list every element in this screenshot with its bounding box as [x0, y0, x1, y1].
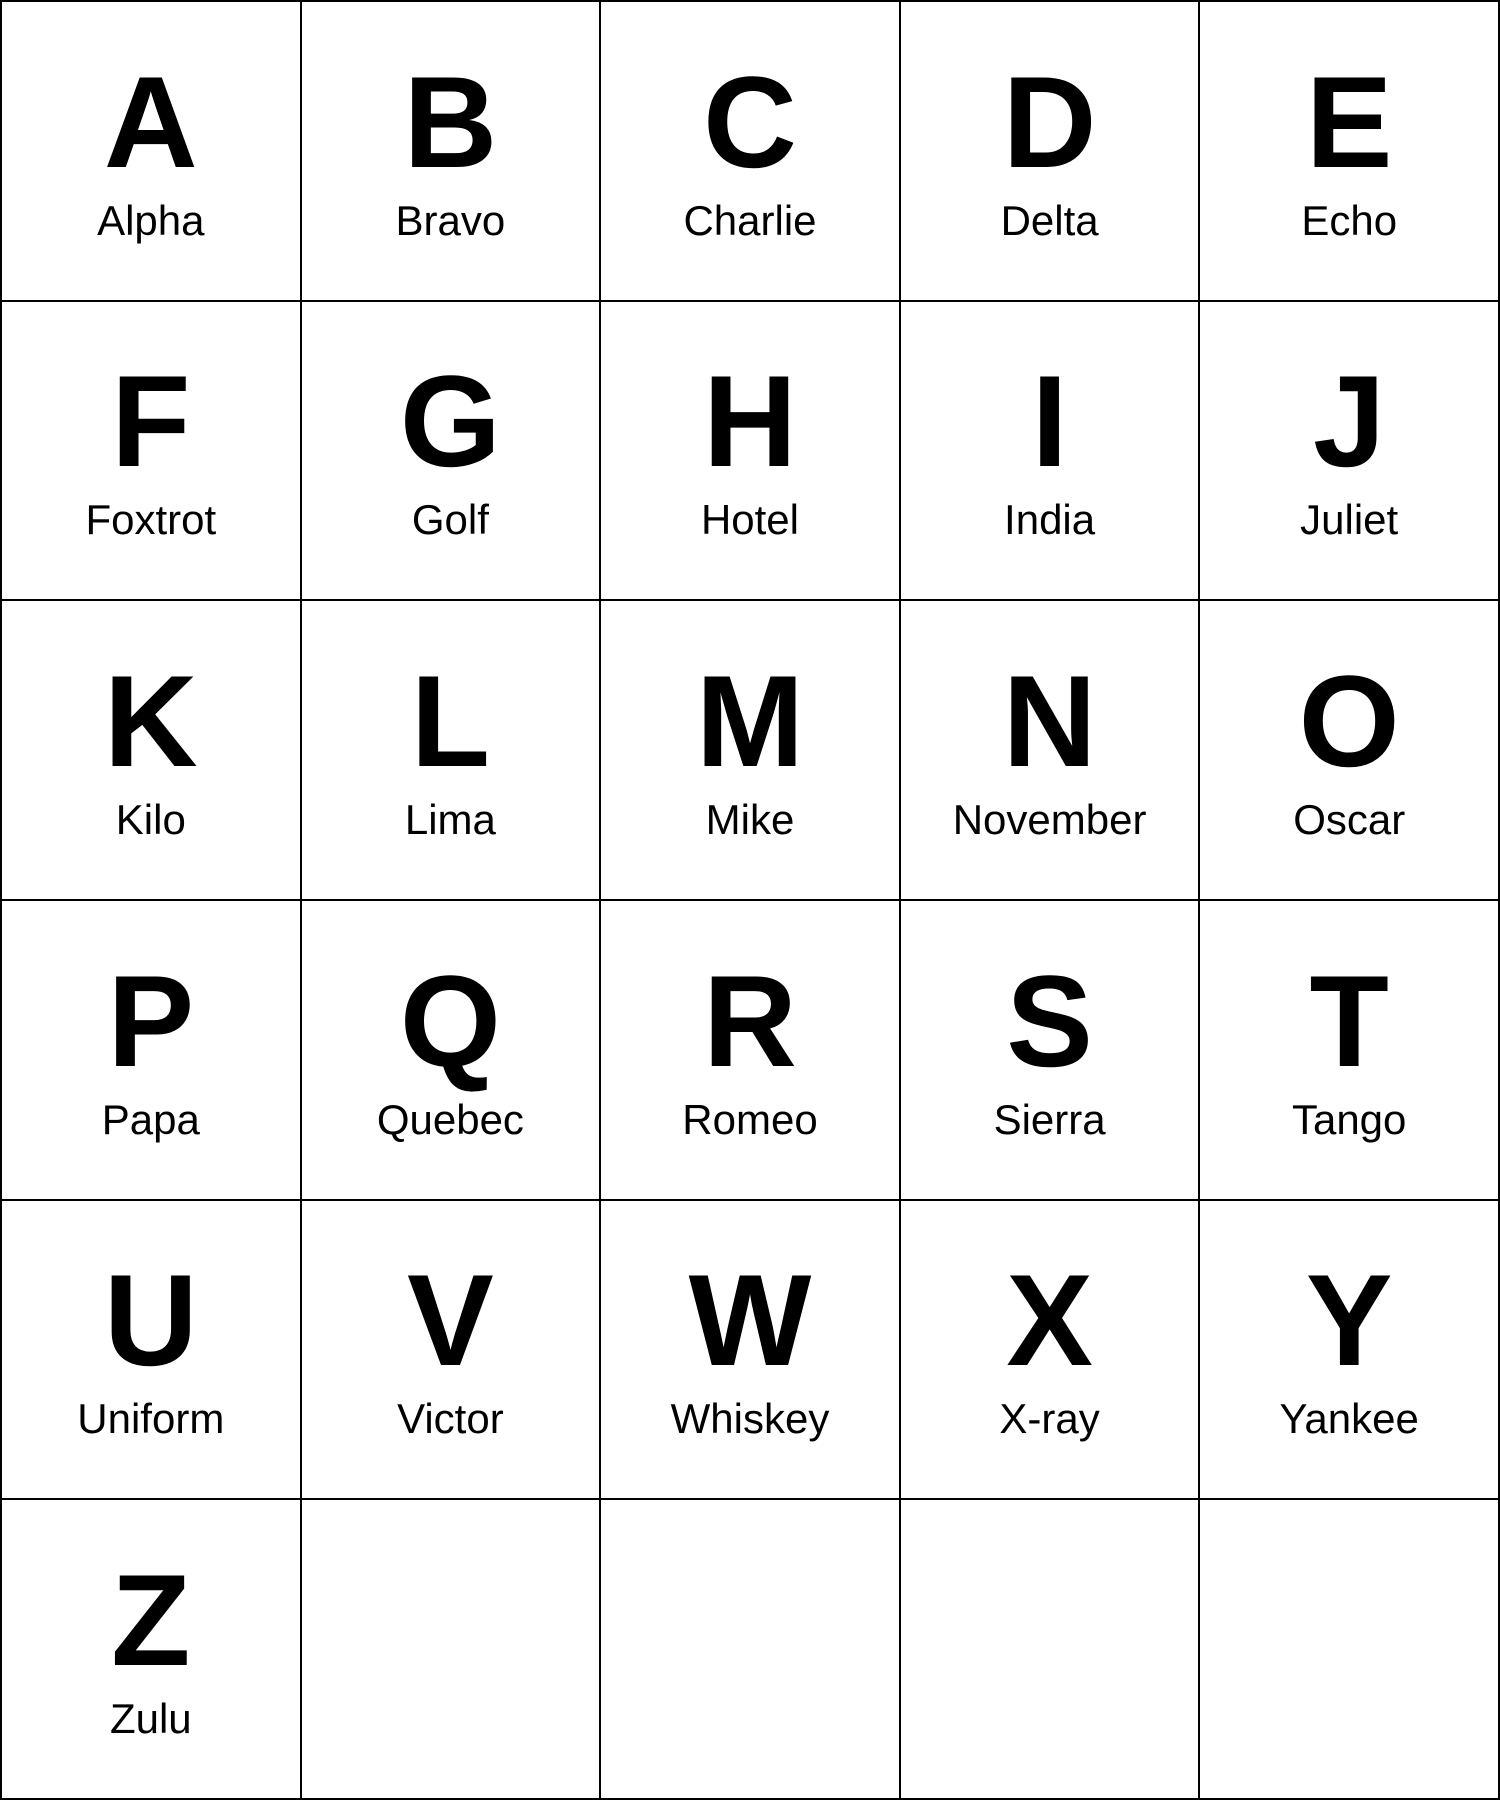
- cell-m: M Mike: [601, 601, 901, 901]
- cell-h: H Hotel: [601, 302, 901, 602]
- word-l: Lima: [405, 796, 496, 844]
- letter-z: Z: [111, 1555, 190, 1685]
- cell-d: D Delta: [901, 2, 1201, 302]
- cell-z: Z Zulu: [2, 1500, 302, 1800]
- letter-m: M: [696, 656, 804, 786]
- cell-x: X X-ray: [901, 1201, 1201, 1501]
- letter-i: I: [1032, 356, 1068, 486]
- word-x: X-ray: [999, 1395, 1099, 1443]
- cell-v: V Victor: [302, 1201, 602, 1501]
- word-o: Oscar: [1293, 796, 1405, 844]
- cell-a: A Alpha: [2, 2, 302, 302]
- cell-o: O Oscar: [1200, 601, 1500, 901]
- letter-k: K: [104, 656, 198, 786]
- cell-f: F Foxtrot: [2, 302, 302, 602]
- cell-w: W Whiskey: [601, 1201, 901, 1501]
- word-q: Quebec: [377, 1096, 524, 1144]
- word-z: Zulu: [110, 1695, 192, 1743]
- word-v: Victor: [397, 1395, 504, 1443]
- cell-u: U Uniform: [2, 1201, 302, 1501]
- cell-y: Y Yankee: [1200, 1201, 1500, 1501]
- word-h: Hotel: [701, 496, 799, 544]
- cell-p: P Papa: [2, 901, 302, 1201]
- letter-v: V: [407, 1255, 494, 1385]
- letter-d: D: [1003, 57, 1097, 187]
- word-n: November: [953, 796, 1147, 844]
- word-f: Foxtrot: [85, 496, 216, 544]
- letter-g: G: [400, 356, 501, 486]
- letter-t: T: [1309, 956, 1388, 1086]
- cell-q: Q Quebec: [302, 901, 602, 1201]
- letter-p: P: [107, 956, 194, 1086]
- word-a: Alpha: [97, 197, 204, 245]
- word-r: Romeo: [682, 1096, 817, 1144]
- letter-q: Q: [400, 956, 501, 1086]
- empty-cell-2: [901, 1500, 1201, 1800]
- word-g: Golf: [412, 496, 489, 544]
- word-j: Juliet: [1300, 496, 1398, 544]
- cell-k: K Kilo: [2, 601, 302, 901]
- cell-b: B Bravo: [302, 2, 602, 302]
- empty-cell-3: [1200, 1500, 1500, 1800]
- letter-y: Y: [1306, 1255, 1393, 1385]
- word-d: Delta: [1001, 197, 1099, 245]
- word-e: Echo: [1301, 197, 1397, 245]
- empty-cell-1: [601, 1500, 901, 1800]
- cell-s: S Sierra: [901, 901, 1201, 1201]
- letter-j: J: [1313, 356, 1385, 486]
- alphabet-grid: A Alpha B Bravo C Charlie D Delta E Echo F Foxtrot G…: [0, 0, 1500, 1800]
- empty-cell-0: [302, 1500, 602, 1800]
- word-c: Charlie: [683, 197, 816, 245]
- cell-r: R Romeo: [601, 901, 901, 1201]
- letter-c: C: [703, 57, 797, 187]
- letter-l: L: [411, 656, 490, 786]
- letter-x: X: [1006, 1255, 1093, 1385]
- letter-a: A: [104, 57, 198, 187]
- letter-w: W: [689, 1255, 812, 1385]
- cell-i: I India: [901, 302, 1201, 602]
- word-w: Whiskey: [671, 1395, 830, 1443]
- word-u: Uniform: [77, 1395, 224, 1443]
- word-b: Bravo: [396, 197, 506, 245]
- word-p: Papa: [102, 1096, 200, 1144]
- letter-s: S: [1006, 956, 1093, 1086]
- letter-b: B: [403, 57, 497, 187]
- cell-n: N November: [901, 601, 1201, 901]
- letter-h: H: [703, 356, 797, 486]
- cell-e: E Echo: [1200, 2, 1500, 302]
- letter-r: R: [703, 956, 797, 1086]
- letter-e: E: [1306, 57, 1393, 187]
- cell-t: T Tango: [1200, 901, 1500, 1201]
- word-s: Sierra: [994, 1096, 1106, 1144]
- word-i: India: [1004, 496, 1095, 544]
- word-k: Kilo: [116, 796, 186, 844]
- letter-n: N: [1003, 656, 1097, 786]
- cell-l: L Lima: [302, 601, 602, 901]
- word-m: Mike: [706, 796, 795, 844]
- cell-c: C Charlie: [601, 2, 901, 302]
- word-y: Yankee: [1280, 1395, 1419, 1443]
- cell-g: G Golf: [302, 302, 602, 602]
- word-t: Tango: [1292, 1096, 1406, 1144]
- letter-o: O: [1299, 656, 1400, 786]
- cell-j: J Juliet: [1200, 302, 1500, 602]
- letter-f: F: [111, 356, 190, 486]
- letter-u: U: [104, 1255, 198, 1385]
